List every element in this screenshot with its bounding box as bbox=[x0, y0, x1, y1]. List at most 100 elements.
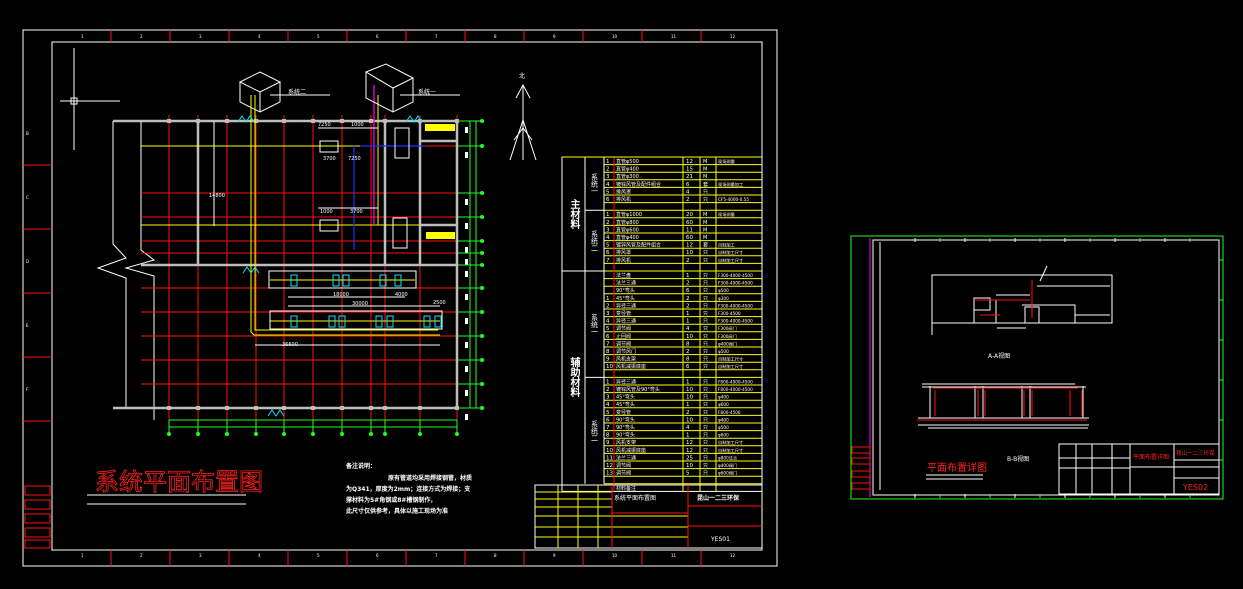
table-cell-qty: 10 bbox=[686, 387, 693, 393]
table-cell-index: 5 bbox=[606, 326, 610, 332]
ruler-label: F bbox=[26, 387, 29, 392]
table-subgroup-label: 系统二 bbox=[591, 229, 599, 251]
table-cell-qty: 1 bbox=[686, 311, 690, 317]
north-label: 北 bbox=[519, 72, 525, 80]
table-cell-qty: 10 bbox=[686, 334, 693, 340]
table-cell-qty: 2 bbox=[686, 281, 690, 287]
table-cell-unit: 只 bbox=[703, 311, 708, 317]
grid-bubble bbox=[480, 358, 484, 362]
grid-bubble bbox=[418, 432, 422, 436]
table-cell-name: 排风罩 bbox=[616, 188, 631, 195]
dimension-label: 14800 bbox=[209, 193, 225, 199]
table-cell-qty: 12 bbox=[686, 440, 693, 446]
table-cell-remark: F300阀门 bbox=[718, 325, 737, 332]
equipment-label-2 bbox=[426, 232, 455, 239]
ruler-label: 12 bbox=[730, 553, 736, 558]
dimension-text-block bbox=[465, 199, 468, 205]
table-cell-index: 1 bbox=[606, 379, 610, 385]
grid-bubble bbox=[225, 432, 229, 436]
table-cell-unit: 只 bbox=[703, 417, 708, 423]
table-cell-remark: φ500 bbox=[718, 425, 729, 430]
table-cell-remark: CF5-4000-0.55 bbox=[718, 197, 749, 202]
table-cell-name: 镀锌风管及90°弯头 bbox=[616, 386, 660, 393]
table-cell-index: 4 bbox=[606, 182, 610, 188]
grid-bubble bbox=[480, 191, 484, 195]
grid-bubble bbox=[480, 144, 484, 148]
grid-bubble bbox=[480, 310, 484, 314]
table-cell-name: 调节阀 bbox=[616, 470, 631, 477]
table-cell-name: 法兰三通 bbox=[616, 280, 636, 287]
table-cell-name: 止回阀 bbox=[616, 333, 631, 340]
dimension-text-block bbox=[465, 414, 468, 420]
table-cell-qty: 21 bbox=[686, 174, 693, 180]
table-cell-remark: 自制加工尺寸 bbox=[718, 249, 743, 256]
break-symbol bbox=[267, 409, 285, 417]
table-cell-index: 9 bbox=[606, 357, 610, 363]
dimension-text-block bbox=[465, 223, 468, 229]
table-cell-qty: 1 bbox=[686, 319, 690, 325]
cad-canvas[interactable]: 112233445566778899101011111212BCDEF 系统二 … bbox=[0, 0, 1243, 589]
table-cell-qty: 8 bbox=[686, 341, 690, 347]
sheet2-revision-boxes bbox=[851, 446, 871, 490]
table-cell-index: 10 bbox=[606, 364, 613, 370]
table-cell-index: 6 bbox=[606, 250, 610, 256]
grid-bubble bbox=[383, 432, 387, 436]
dimension-text-block bbox=[465, 366, 468, 372]
table-cell-index: 9 bbox=[606, 440, 610, 446]
grid-bubble bbox=[311, 432, 315, 436]
dimension-text-block bbox=[465, 390, 468, 396]
table-cell-unit: M bbox=[703, 235, 707, 241]
table-cell-name: 法兰盘 bbox=[616, 272, 631, 279]
table-footer: 材料备注 bbox=[616, 485, 636, 492]
table-cell-remark: F800-4000-4500 bbox=[718, 379, 753, 384]
table-cell-name: 直管φ300 bbox=[616, 173, 639, 180]
dimension-label: 1000 bbox=[351, 122, 364, 128]
ruler-label: 8 bbox=[494, 34, 497, 39]
table-cell-unit: 只 bbox=[703, 319, 708, 325]
table-cell-name: 直管φ400 bbox=[616, 234, 639, 241]
table-cell-unit: 只 bbox=[703, 303, 708, 309]
table-cell-unit: M bbox=[703, 220, 707, 226]
ruler-label: 11 bbox=[671, 553, 677, 558]
grid-bubble bbox=[480, 286, 484, 290]
table-cell-index: 1 bbox=[606, 159, 610, 165]
table-group-label: 辅助材料 bbox=[568, 356, 580, 398]
title-block-company: 昆山一二三环保 bbox=[697, 494, 740, 502]
table-cell-name: 90°弯头 bbox=[616, 416, 635, 423]
grid-bubble bbox=[480, 215, 484, 219]
equipment-label-1 bbox=[425, 124, 455, 131]
plan-grid bbox=[141, 115, 484, 436]
ruler-label: 5 bbox=[317, 553, 320, 558]
table-cell-qty: 20 bbox=[686, 212, 693, 218]
table-subgroup-label: 系统一 bbox=[591, 172, 599, 194]
table-cell-remark: F300-4000-4500 bbox=[718, 303, 753, 308]
grid-bubble bbox=[480, 382, 484, 386]
ruler-label: 7 bbox=[435, 34, 438, 39]
table-cell-unit: 只 bbox=[703, 197, 708, 203]
table-cell-qty: 10 bbox=[686, 395, 693, 401]
table-cell-unit: 只 bbox=[703, 189, 708, 195]
ruler-label: 4 bbox=[258, 553, 261, 558]
ruler-label: C bbox=[26, 195, 29, 200]
table-cell-qty: 1 bbox=[686, 402, 690, 408]
table-cell-remark: 自制加工尺寸 bbox=[718, 447, 743, 454]
table-cell-qty: 10 bbox=[686, 417, 693, 423]
table-cell-remark: F800-4000-4500 bbox=[718, 387, 753, 392]
grid-bubble bbox=[254, 432, 258, 436]
table-cell-index: 3 bbox=[606, 311, 610, 317]
ruler-label: 4 bbox=[258, 34, 261, 39]
grid-bubble bbox=[480, 251, 484, 255]
ruler-label: 7 bbox=[435, 553, 438, 558]
table-cell-index: 11 bbox=[606, 455, 613, 461]
table-cell-index: 6 bbox=[606, 417, 610, 423]
grid-bubble bbox=[196, 432, 200, 436]
ruler-label: 6 bbox=[376, 34, 379, 39]
building-break-line bbox=[96, 121, 156, 420]
duct-line-blue bbox=[353, 145, 425, 250]
table-cell-unit: 只 bbox=[703, 455, 708, 461]
table-cell-name: 变径管 bbox=[616, 310, 631, 317]
title-block-drawing-no: YES01 bbox=[710, 536, 730, 543]
grid-bubble bbox=[167, 432, 171, 436]
table-cell-name: 镀锌风管及配件组合 bbox=[616, 181, 661, 188]
table-cell-name: 镀锌风管及配件组合 bbox=[616, 242, 661, 249]
